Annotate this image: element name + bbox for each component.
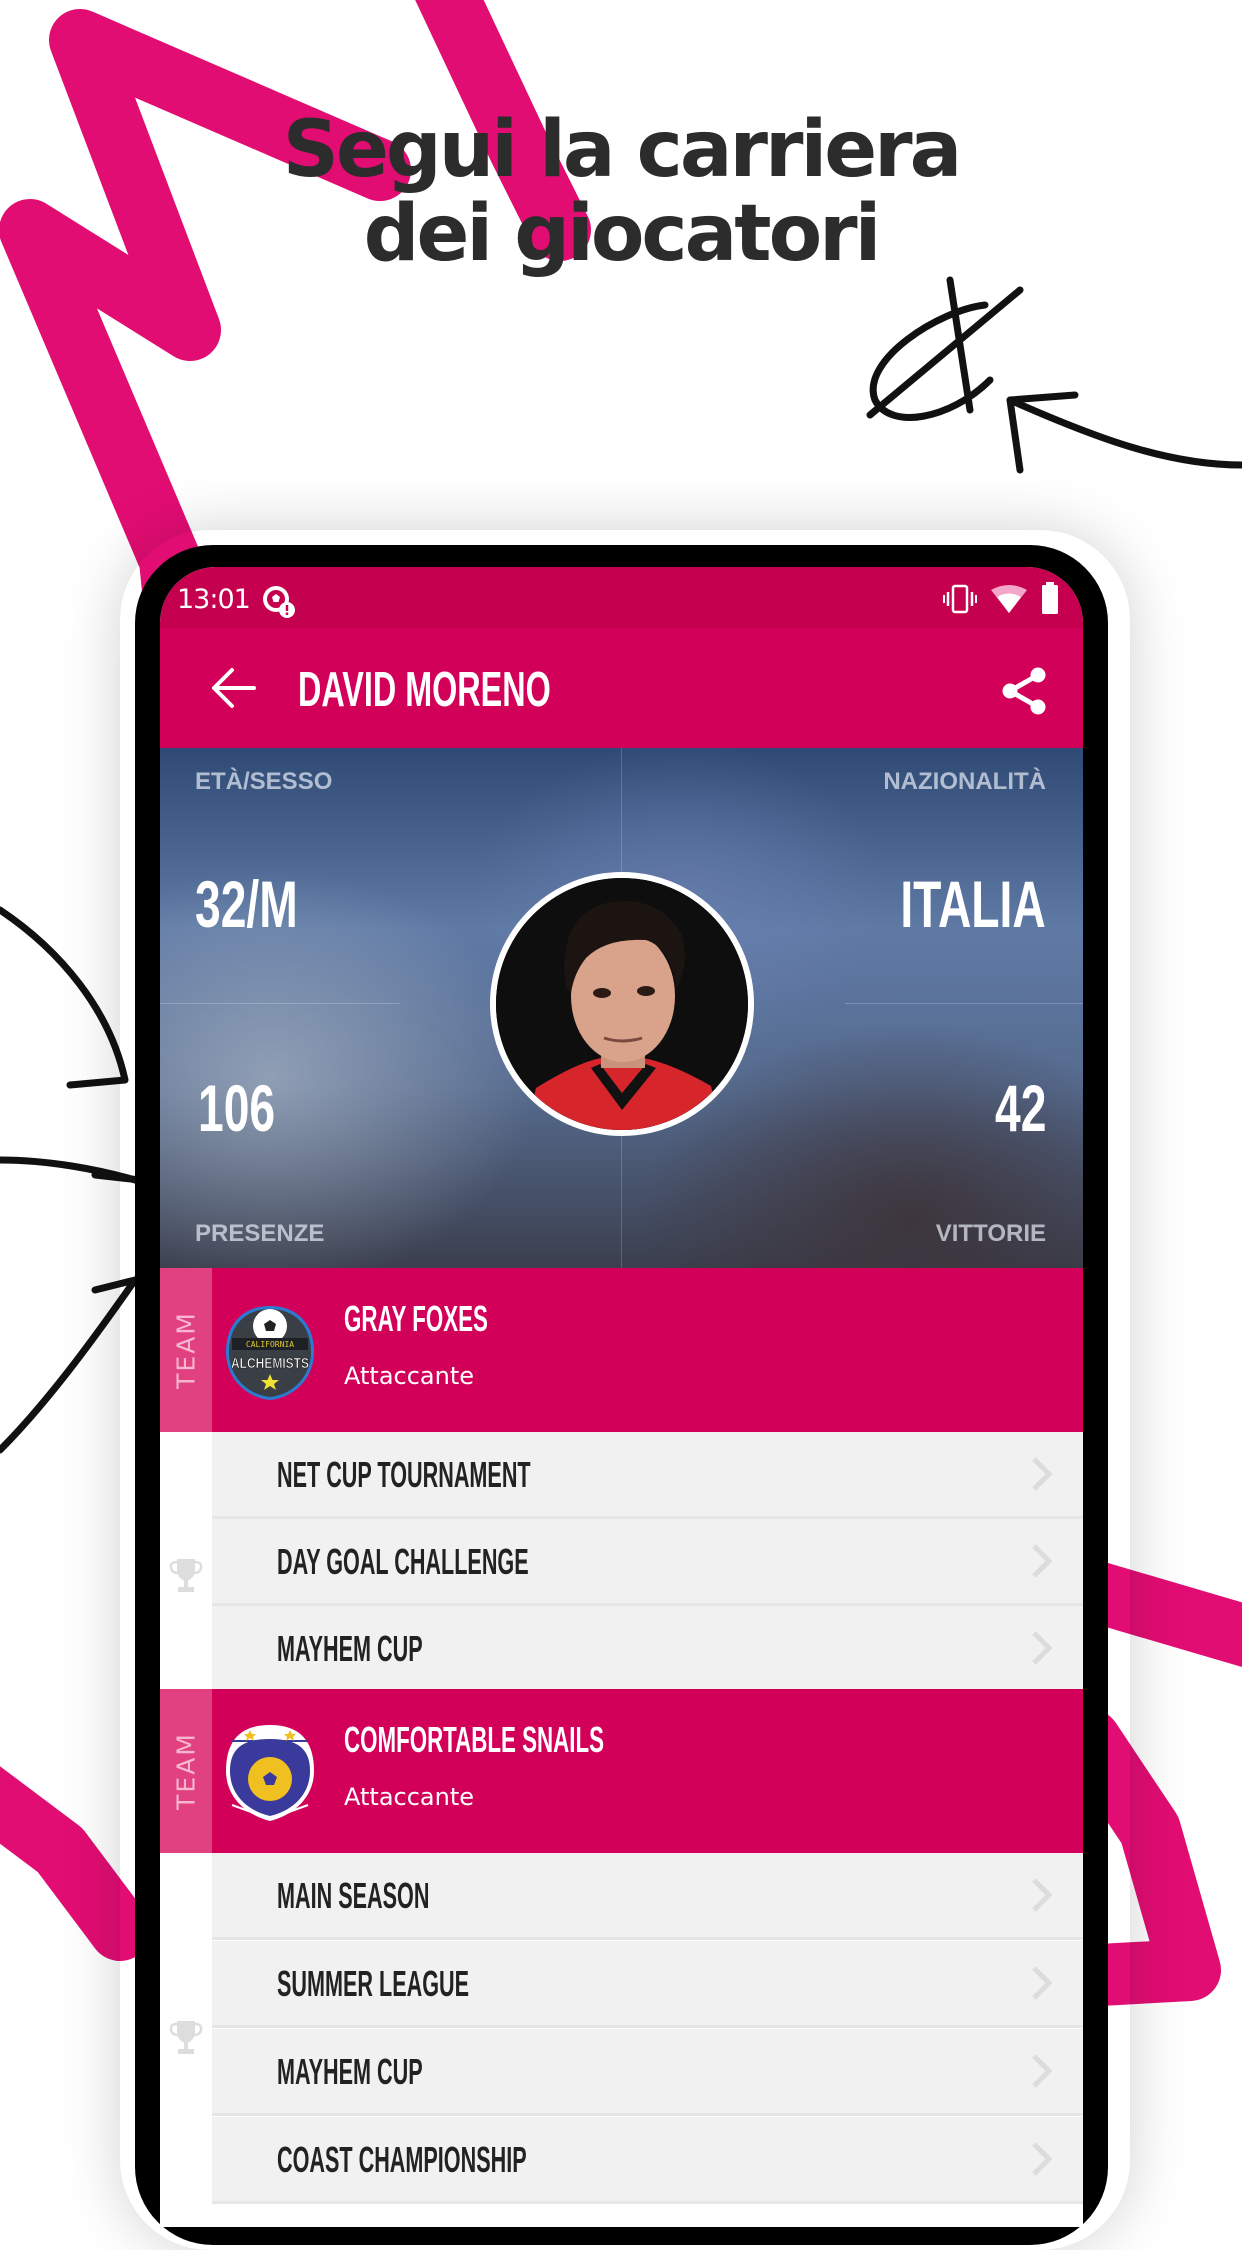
- team-header-comfortable-snails[interactable]: TEAM COMFORTABLE SNAILS Attaccante: [160, 1689, 1083, 1853]
- appearances-label: PRESENZE: [195, 1220, 325, 1247]
- page-title: DAVID MORENO: [298, 663, 551, 717]
- chevron-right-icon: [1032, 1631, 1053, 1665]
- player-portrait-image: [496, 878, 748, 1130]
- competition-label: COAST CHAMPIONSHIP: [277, 2139, 527, 2180]
- competition-label: MAYHEM CUP: [277, 1628, 423, 1669]
- competition-label: DAY GOAL CHALLENGE: [277, 1541, 529, 1582]
- team-strip: TEAM: [160, 1268, 212, 1432]
- vibrate-icon: [943, 584, 977, 614]
- pink-scribble-bottom-left: [0, 1766, 151, 1961]
- team-logo-alchemists: CALIFORNIA ALCHEMISTS: [226, 1306, 314, 1400]
- competition-row[interactable]: MAYHEM CUP: [212, 1606, 1083, 1693]
- app-bar: DAVID MORENO: [160, 628, 1083, 748]
- team-role: Attaccante: [344, 1362, 475, 1390]
- competition-row[interactable]: MAIN SEASON: [212, 1853, 1083, 1940]
- arrow-left-icon[interactable]: [210, 667, 256, 709]
- promo-headline-line2: dei giocatori: [363, 189, 882, 279]
- chevron-right-icon: [1032, 2142, 1053, 2176]
- competition-label: MAYHEM CUP: [277, 2051, 423, 2092]
- soccer-notification-icon: [263, 586, 295, 618]
- app-screen: 13:01 DAVID MORENO ETÀ/SESSO 32/M NAZION…: [160, 567, 1083, 2227]
- stats-divider-right: [845, 1003, 1083, 1004]
- trophy-icon: [169, 2021, 203, 2054]
- team-logo-snails: [226, 1725, 314, 1821]
- age-sex-label: ETÀ/SESSO: [195, 768, 333, 795]
- share-icon[interactable]: [1000, 666, 1048, 716]
- nationality-value: ITALIA: [900, 867, 1046, 941]
- team-header-gray-foxes[interactable]: TEAM CALIFORNIA ALCHEMISTS GRAY FOXES At…: [160, 1268, 1083, 1446]
- nationality-label: NAZIONALITÀ: [883, 768, 1046, 795]
- chevron-right-icon: [1032, 1544, 1053, 1578]
- competition-row[interactable]: MAYHEM CUP: [212, 2029, 1083, 2116]
- team-name: GRAY FOXES: [344, 1298, 488, 1339]
- competition-row[interactable]: NET CUP TOURNAMENT: [212, 1432, 1083, 1519]
- player-stats-panel: ETÀ/SESSO 32/M NAZIONALITÀ ITALIA 106 PR…: [160, 748, 1083, 1268]
- battery-icon: [1042, 582, 1058, 614]
- logo-text-top: CALIFORNIA: [246, 1340, 294, 1349]
- black-doodle-globe: [866, 276, 1024, 421]
- player-avatar: [490, 872, 754, 1136]
- competition-label: SUMMER LEAGUE: [277, 1963, 470, 2004]
- chevron-right-icon: [1032, 1878, 1053, 1912]
- chevron-right-icon: [1032, 1966, 1053, 2000]
- team-strip-label: TEAM: [171, 1311, 201, 1389]
- competition-label: MAIN SEASON: [277, 1875, 430, 1916]
- wins-label: VITTORIE: [935, 1220, 1046, 1247]
- appearances-value: 106: [198, 1071, 276, 1145]
- trophy-icon: [169, 1559, 203, 1592]
- black-doodle-arrows-left: [0, 906, 144, 1454]
- competition-row[interactable]: DAY GOAL CHALLENGE: [212, 1519, 1083, 1606]
- team-role: Attaccante: [344, 1783, 475, 1811]
- team-name: COMFORTABLE SNAILS: [344, 1719, 604, 1760]
- wins-value: 42: [994, 1071, 1046, 1145]
- competition-row[interactable]: COAST CHAMPIONSHIP: [212, 2117, 1083, 2204]
- team-strip: TEAM: [160, 1689, 212, 1853]
- team-strip-label: TEAM: [171, 1732, 201, 1810]
- black-doodle-arrow-right: [1006, 391, 1242, 474]
- promo-headline-line1: Segui la carriera: [282, 105, 962, 195]
- logo-text-main: ALCHEMISTS: [231, 1355, 309, 1372]
- competition-label: NET CUP TOURNAMENT: [277, 1454, 531, 1495]
- status-bar: 13:01: [160, 567, 1083, 628]
- age-sex-value: 32/M: [195, 867, 298, 941]
- status-time: 13:01: [177, 584, 251, 615]
- stats-divider-left: [160, 1003, 400, 1004]
- chevron-right-icon: [1032, 1457, 1053, 1491]
- chevron-right-icon: [1032, 2054, 1053, 2088]
- competition-row[interactable]: SUMMER LEAGUE: [212, 1941, 1083, 2028]
- wifi-icon: [991, 585, 1027, 613]
